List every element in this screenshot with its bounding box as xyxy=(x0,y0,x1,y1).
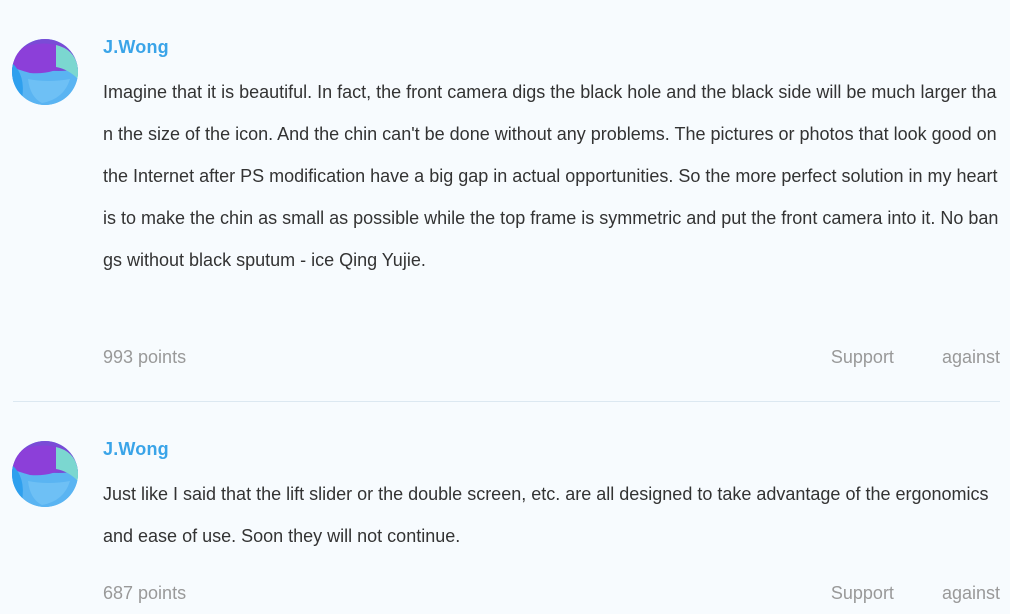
points-count: 993 points xyxy=(103,347,187,367)
author-name[interactable]: J.Wong xyxy=(103,436,1003,462)
comment-divider xyxy=(13,401,1000,402)
avatar[interactable] xyxy=(12,39,78,105)
vote-actions: Support against xyxy=(831,581,1000,605)
comment-text: Imagine that it is beautiful. In fact, t… xyxy=(103,82,999,270)
support-button[interactable]: Support xyxy=(831,583,894,603)
comment-meta: 687 points Support against xyxy=(103,581,1000,605)
support-button[interactable]: Support xyxy=(831,347,894,367)
vote-actions: Support against xyxy=(831,345,1000,369)
avatar-image xyxy=(12,441,78,507)
comment-text: Just like I said that the lift slider or… xyxy=(103,484,989,546)
points-count: 687 points xyxy=(103,583,187,603)
comment-list: J.Wong Imagine that it is beautiful. In … xyxy=(0,0,1010,614)
avatar-image xyxy=(12,39,78,105)
comment-body: J.Wong Imagine that it is beautiful. In … xyxy=(103,34,1003,270)
comment-meta: 993 points Support against xyxy=(103,345,1000,369)
author-name[interactable]: J.Wong xyxy=(103,34,1003,60)
against-button[interactable]: against xyxy=(942,583,1000,603)
comment-body: J.Wong Just like I said that the lift sl… xyxy=(103,436,1003,546)
avatar[interactable] xyxy=(12,441,78,507)
against-button[interactable]: against xyxy=(942,347,1000,367)
